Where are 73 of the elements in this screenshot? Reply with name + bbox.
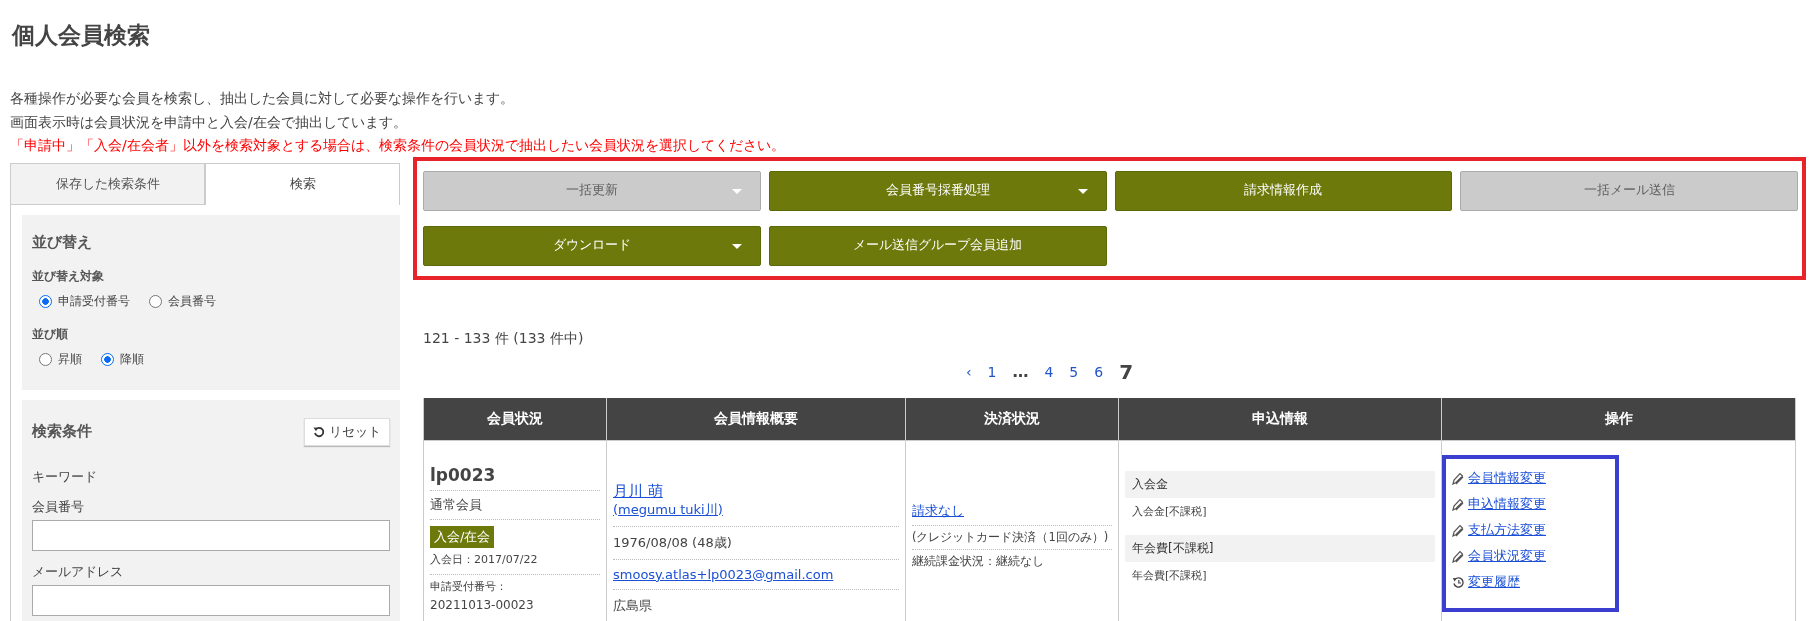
fee-heading: 年会費[不課税]: [1125, 534, 1435, 562]
section-heading: 並び替え: [32, 232, 93, 252]
description-text: 各種操作が必要な会員を検索し、抽出した会員に対して必要な操作を行います。: [10, 89, 515, 108]
action-link[interactable]: 会員状況変更: [1468, 547, 1546, 565]
caret-icon: [731, 243, 742, 249]
action-button[interactable]: ダウンロード: [423, 225, 761, 266]
application-number: 20211013-00023: [430, 597, 535, 612]
radio-button[interactable]: [101, 352, 114, 366]
radio-button[interactable]: [39, 294, 52, 308]
column-header: 会員情報概要: [606, 397, 906, 440]
birth-date: 1976/08/08 (48歳): [613, 526, 899, 560]
field-label: メールアドレス: [32, 562, 124, 581]
tab[interactable]: 保存した検索条件: [10, 162, 205, 205]
previous-page-link[interactable]: ‹: [965, 363, 972, 380]
action-link[interactable]: 変更履歴: [1468, 573, 1520, 591]
column-header: 決済状況: [905, 397, 1119, 440]
result-count: 121 - 133 件 (133 件中): [423, 329, 585, 348]
pencil-icon: [1452, 497, 1465, 511]
radio-label: 申請受付番号: [58, 292, 130, 310]
page-title: 個人会員検索: [10, 21, 151, 50]
email-link[interactable]: smoosy.atlas+lp0023@gmail.com: [613, 566, 899, 582]
billing-link[interactable]: 請求なし: [912, 501, 964, 520]
caret-icon: [731, 188, 742, 194]
group-label: 並び替え対象: [32, 267, 105, 285]
tab[interactable]: 検索: [205, 162, 400, 205]
action-link[interactable]: 申込情報変更: [1468, 495, 1546, 513]
group-label: 並び順: [32, 325, 69, 343]
name-reading-link[interactable]: (megumu tuki川): [613, 500, 899, 519]
join-date: 入会日：2017/07/22: [430, 551, 539, 568]
action-button[interactable]: メール送信グループ会員追加: [768, 225, 1107, 266]
application-label: 申請受付番号：: [430, 578, 508, 595]
action-link[interactable]: 会員情報変更: [1468, 469, 1546, 487]
page-link[interactable]: 1: [987, 363, 997, 380]
caret-icon: [1077, 188, 1088, 194]
description-text: 「申請中」「入会/在会者」以外を検索対象とする場合は、検索条件の会員状況で抽出したい会員状況を選択してください。: [10, 136, 786, 155]
fee-detail: 年会費[不課税]: [1131, 567, 1208, 584]
recurring-status: 継続課金状況：継続なし: [912, 552, 1045, 570]
column-header: 会員状況: [423, 397, 607, 440]
input-field[interactable]: [32, 519, 390, 551]
page-link[interactable]: 7: [1119, 359, 1134, 384]
field-label: 会員番号: [32, 497, 85, 516]
reset-button[interactable]: リセット: [304, 417, 390, 446]
description-text: 画面表示時は会員状況を申請中と入会/在会で抽出しています。: [10, 112, 408, 132]
radio-button[interactable]: [149, 294, 162, 308]
action-button[interactable]: 請求情報作成: [1114, 170, 1453, 211]
pencil-icon: [1452, 549, 1465, 563]
radio-label: 降順: [120, 350, 144, 368]
action-link[interactable]: 支払方法変更: [1468, 521, 1546, 539]
fee-detail: 入会金[不課税]: [1131, 503, 1208, 520]
pencil-icon: [1452, 471, 1465, 485]
status-badge: 入会/在会: [430, 525, 495, 548]
page-link[interactable]: 4: [1044, 363, 1054, 380]
radio-label: 昇順: [58, 350, 82, 368]
column-header: 操作: [1441, 397, 1796, 440]
action-button[interactable]: 会員番号採番処理: [768, 170, 1107, 211]
history-icon: [1452, 575, 1465, 589]
column-header: 申込情報: [1118, 397, 1442, 440]
input-field[interactable]: [32, 584, 390, 616]
radio-label: 会員番号: [168, 292, 216, 310]
page-link[interactable]: 6: [1094, 363, 1104, 380]
prefecture: 広島県: [613, 596, 653, 615]
reset-icon: [313, 425, 325, 438]
pagination-ellipsis: …: [1012, 362, 1029, 381]
fee-heading: 入会金: [1125, 470, 1435, 498]
radio-button[interactable]: [39, 352, 52, 366]
member-type: 通常会員: [430, 490, 600, 520]
member-name-link[interactable]: 月川 萌: [613, 481, 899, 501]
page-link[interactable]: 5: [1069, 363, 1079, 380]
member-id: lp0023: [430, 454, 600, 491]
section-heading: 検索条件: [32, 422, 92, 441]
payment-method: (クレジットカード決済（1回のみ）): [912, 525, 1112, 550]
subheading: キーワード: [32, 467, 98, 486]
pencil-icon: [1452, 523, 1465, 537]
